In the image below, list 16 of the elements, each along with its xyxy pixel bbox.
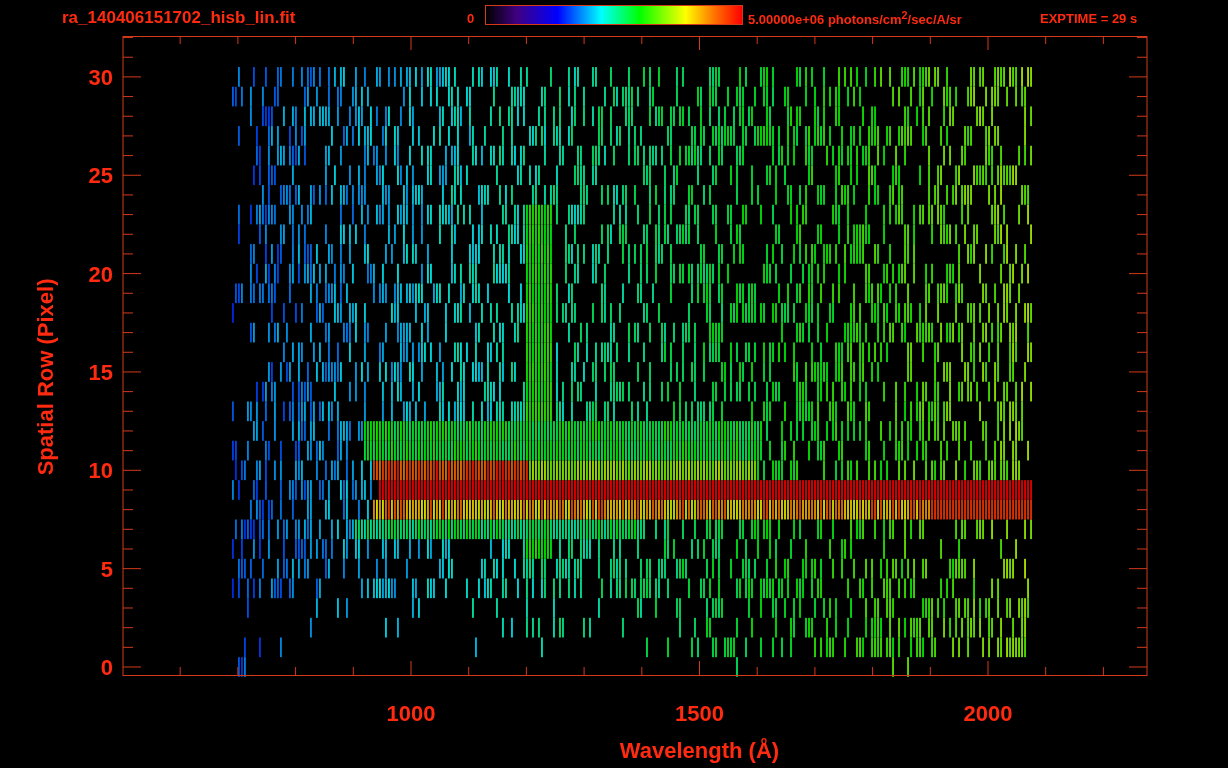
y-tick-label: 5: [100, 556, 113, 582]
y-tick-label: 25: [88, 163, 113, 189]
file-name: ra_140406151702_hisb_lin.fit: [62, 8, 297, 28]
x-axis-label: Wavelength (Å): [619, 738, 780, 763]
y-axis-label: Spatial Row (Pixel): [33, 278, 58, 476]
y-tick-label: 30: [88, 64, 113, 90]
colorbar-min-label: 0: [467, 10, 476, 26]
exposure-time: EXPTIME = 29 s: [1040, 10, 1138, 26]
colorbar-max-label: 5.00000e+06 photons/cm$^{2}$/sec/A/sr: [748, 8, 963, 28]
y-tick-label: 20: [88, 261, 113, 287]
x-tick-label: 1000: [386, 701, 436, 726]
y-tick-label: 10: [88, 458, 113, 484]
x-tick-label: 1500: [675, 701, 724, 726]
x-tick-label: 2000: [963, 701, 1013, 726]
y-tick-label: 0: [100, 655, 113, 680]
y-tick-label: 15: [88, 359, 113, 385]
